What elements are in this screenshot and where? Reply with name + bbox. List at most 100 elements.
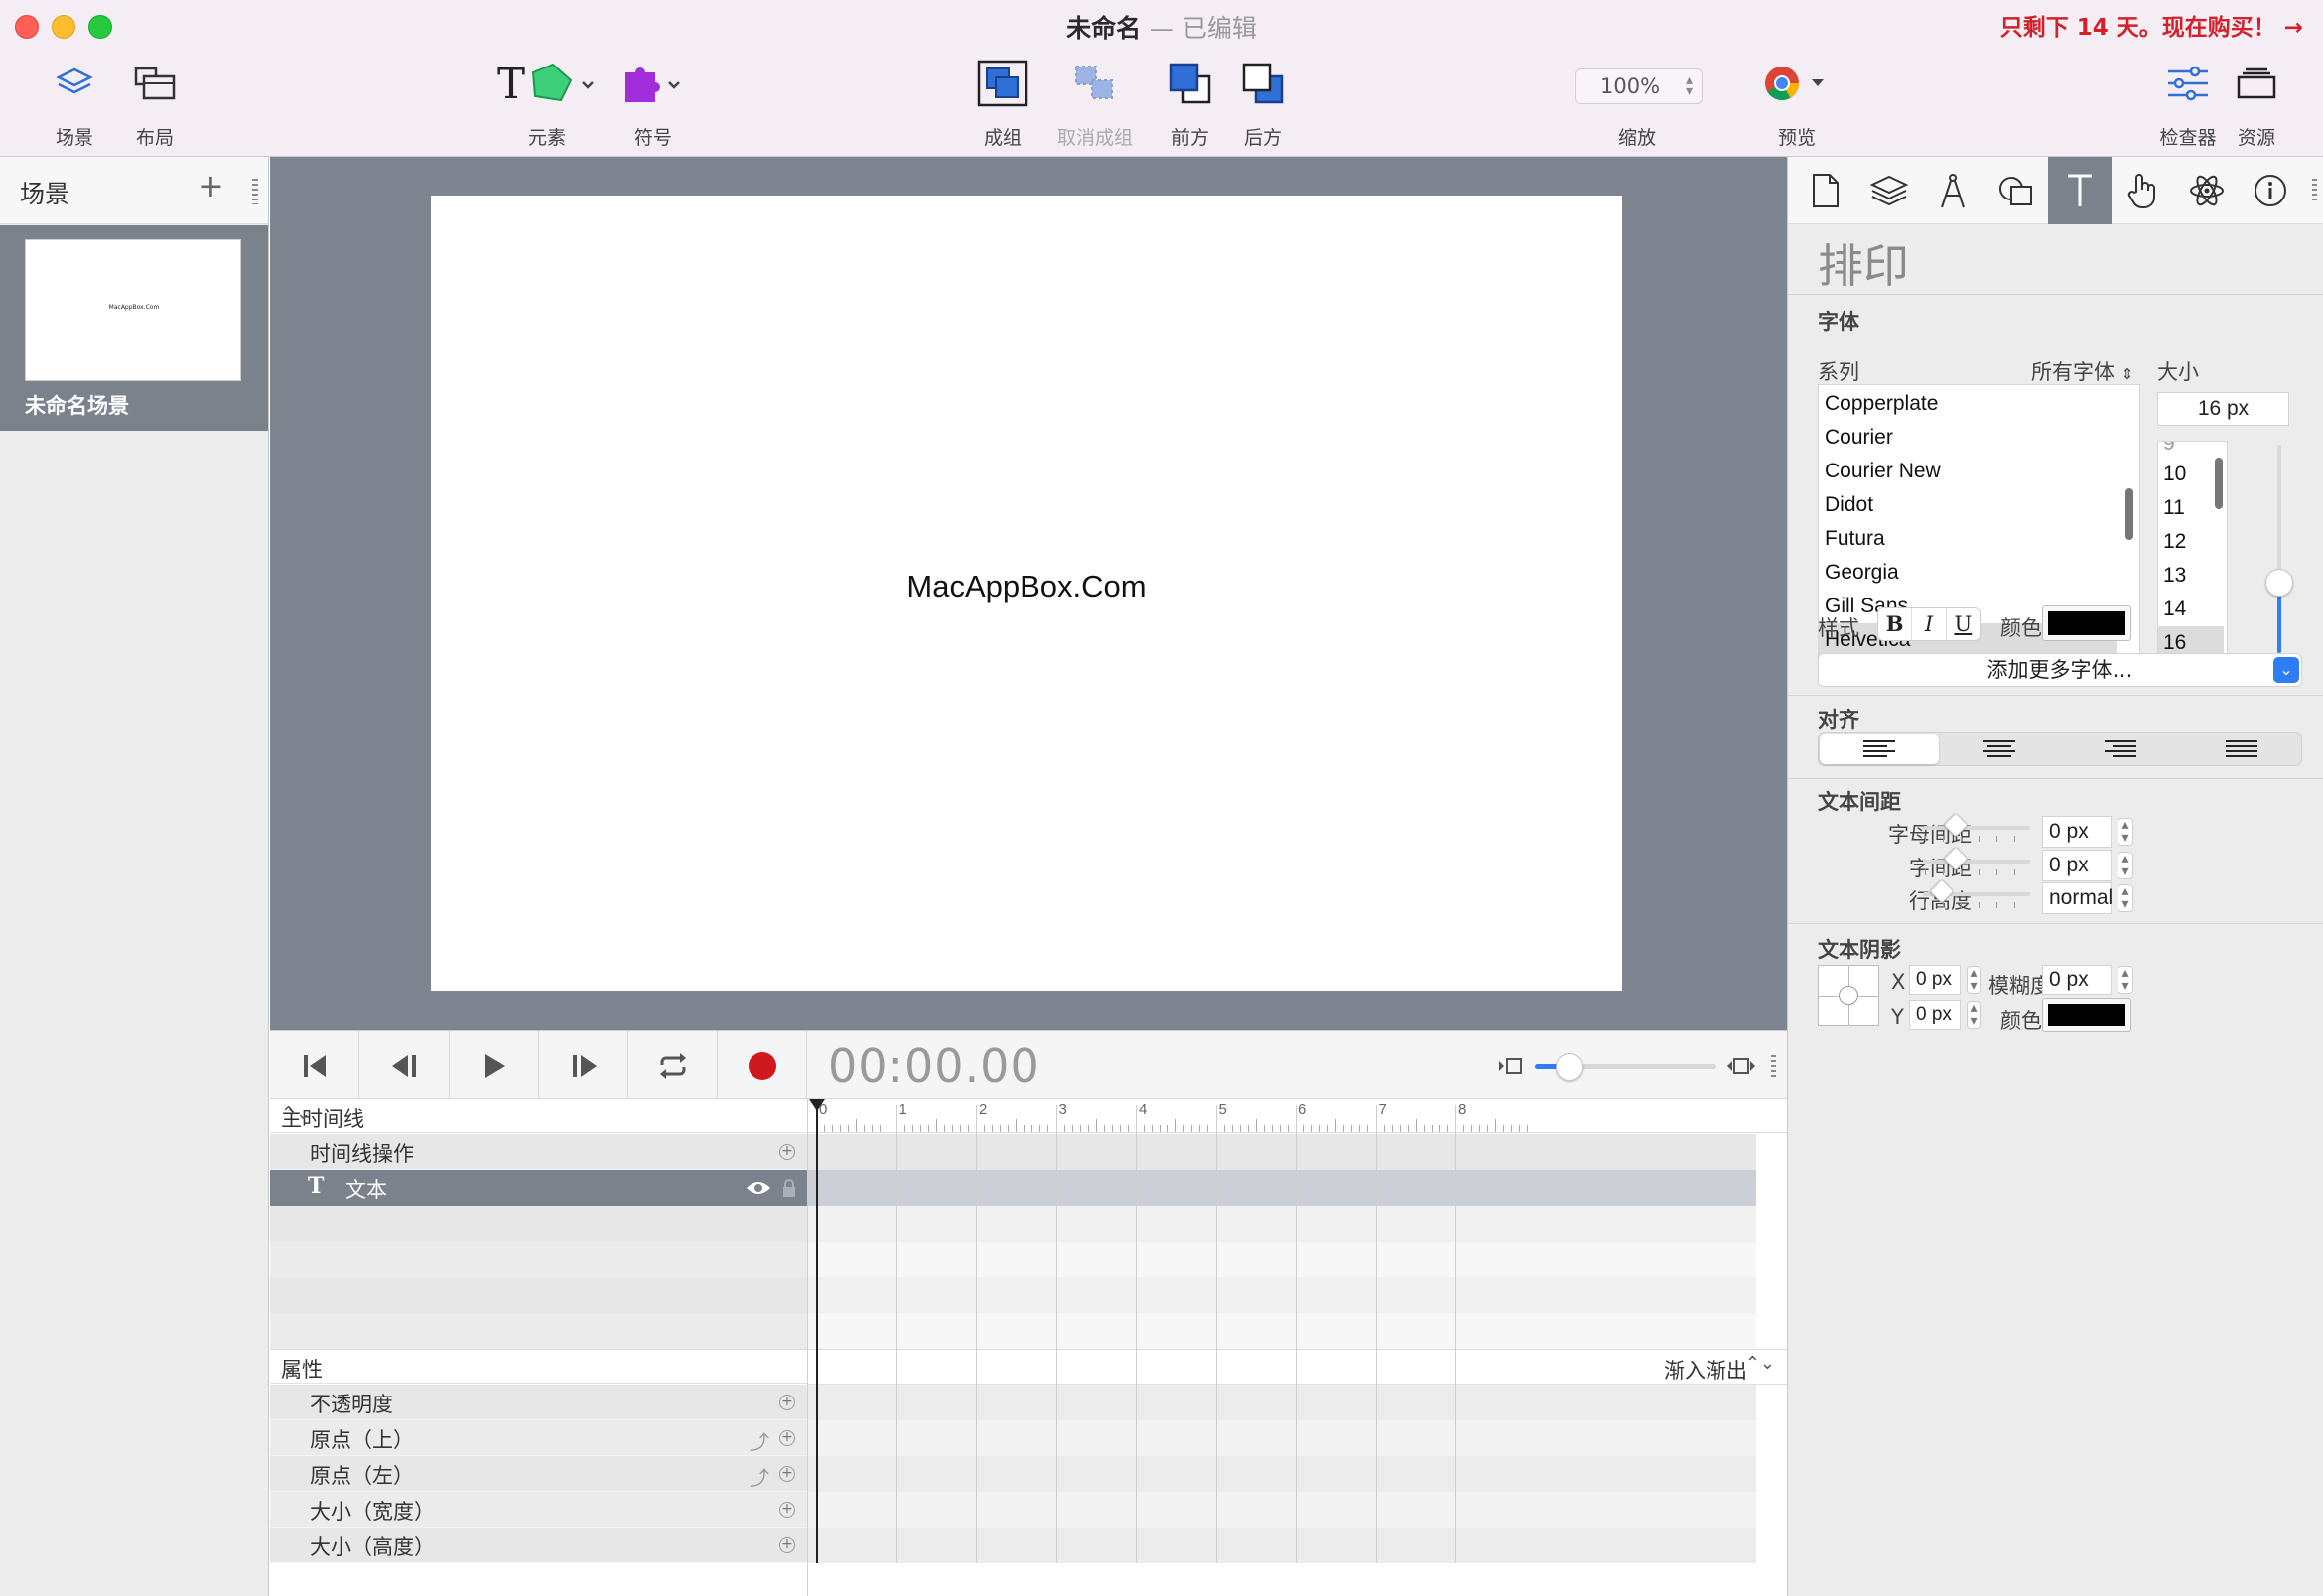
align-left-button[interactable] <box>1820 734 1939 764</box>
timeline-actions-row[interactable]: 时间线操作 + <box>270 1134 807 1170</box>
word-spacing-field[interactable]: 0 px <box>2042 850 2112 881</box>
tab-document[interactable] <box>1794 157 1857 224</box>
zoom-level-field[interactable]: 100% ▴ ▾ <box>1575 68 1703 104</box>
zoom-stepper-icon[interactable]: ▴ ▾ <box>1686 73 1693 98</box>
tab-physics[interactable] <box>2175 157 2239 224</box>
time-ruler[interactable] <box>808 1099 1787 1133</box>
align-right-button[interactable] <box>2061 734 2180 764</box>
record-button[interactable] <box>718 1031 807 1100</box>
layer-row-text[interactable]: T 文本 <box>270 1170 807 1206</box>
property-tracks[interactable] <box>808 1385 1756 1563</box>
step-forward-button[interactable] <box>539 1031 628 1100</box>
main-timeline-selector[interactable]: 主时间线 ⌃⌄ <box>270 1099 807 1133</box>
loop-button[interactable] <box>628 1031 718 1100</box>
font-list-item[interactable]: Futura <box>1819 522 2117 556</box>
shadow-x-field[interactable]: 0 px <box>1909 965 1961 995</box>
tab-metrics[interactable] <box>1921 157 1984 224</box>
italic-button[interactable]: I <box>1911 608 1947 640</box>
step-back-button[interactable] <box>360 1031 450 1100</box>
align-justify-button[interactable] <box>2182 734 2301 764</box>
text-color-well[interactable] <box>2042 605 2131 641</box>
font-list-item[interactable]: Didot <box>1819 488 2117 522</box>
font-list-item[interactable]: Courier <box>1819 421 2117 455</box>
easing-selector[interactable]: 渐入渐出 <box>1664 1355 1747 1385</box>
add-keyframe-icon[interactable]: + <box>779 1430 795 1446</box>
zoom-out-timeline-icon[interactable] <box>1495 1053 1527 1083</box>
property-row[interactable]: 原点（左） ⤴ + <box>270 1456 807 1492</box>
elements-toolbar-button[interactable]: T 元素 <box>492 58 602 150</box>
align-center-button[interactable] <box>1940 734 2059 764</box>
add-fonts-button[interactable]: 添加更多字体… ⌄ <box>1818 653 2302 687</box>
size-list-scrollbar[interactable] <box>2215 458 2223 509</box>
letter-spacing-field[interactable]: 0 px <box>2042 816 2112 848</box>
tab-typography[interactable] <box>2048 157 2112 224</box>
scene-list-item[interactable]: MacAppBox.Com 未命名场景 <box>0 225 268 431</box>
line-height-field[interactable]: normal <box>2042 882 2113 914</box>
letter-spacing-stepper-icon[interactable]: ▴ ▾ <box>2118 818 2133 846</box>
font-list-item[interactable]: Copperplate <box>1819 387 2117 421</box>
motion-path-icon[interactable]: ⤴ <box>750 1462 769 1491</box>
trial-purchase-link[interactable]: 只剩下 14 天。现在购买！ → <box>2000 8 2303 42</box>
tab-actions[interactable] <box>2112 157 2175 224</box>
font-size-field[interactable]: 16 px <box>2157 392 2289 426</box>
timeline-actions-track[interactable] <box>808 1134 1756 1170</box>
send-back-toolbar-button[interactable]: 后方 <box>1236 58 1290 150</box>
tab-identity[interactable] <box>2239 157 2302 224</box>
word-spacing-stepper-icon[interactable]: ▴ ▾ <box>2118 852 2133 879</box>
tab-element[interactable] <box>1984 157 2048 224</box>
font-list-scrollbar[interactable] <box>2125 488 2133 540</box>
shadow-y-stepper-icon[interactable]: ▴ ▾ <box>1967 1001 1981 1029</box>
shadow-blur-field[interactable]: 0 px <box>2042 965 2112 995</box>
shadow-blur-stepper-icon[interactable]: ▴ ▾ <box>2118 966 2133 994</box>
font-size-list[interactable]: 9 10 11 12 13 14 16 <box>2157 441 2228 658</box>
zoom-in-timeline-icon[interactable] <box>1724 1053 1756 1083</box>
timeline-zoom-knob[interactable] <box>1556 1053 1583 1081</box>
letter-spacing-slider[interactable] <box>1923 826 2030 830</box>
symbols-toolbar-button[interactable]: 符号 <box>617 58 689 150</box>
size-list-item[interactable]: 13 <box>2158 559 2224 593</box>
font-size-slider-knob[interactable] <box>2265 569 2293 597</box>
layout-toolbar-button[interactable]: 布局 <box>116 58 194 150</box>
word-spacing-slider[interactable] <box>1923 860 2030 864</box>
bring-front-toolbar-button[interactable]: 前方 <box>1163 58 1217 150</box>
add-keyframe-icon[interactable]: + <box>779 1537 795 1553</box>
add-keyframe-icon[interactable]: + <box>779 1466 795 1482</box>
bold-button[interactable]: B <box>1878 608 1911 640</box>
underline-button[interactable]: U <box>1947 608 1980 640</box>
eye-icon[interactable] <box>746 1180 771 1196</box>
shadow-x-stepper-icon[interactable]: ▴ ▾ <box>1967 966 1981 994</box>
tab-scene[interactable] <box>1857 157 1921 224</box>
preview-toolbar-button[interactable]: 预览 <box>1752 58 1842 150</box>
shadow-color-well[interactable] <box>2042 998 2131 1032</box>
property-row[interactable]: 不透明度 + <box>270 1385 807 1420</box>
lock-icon[interactable] <box>781 1178 797 1198</box>
play-button[interactable] <box>450 1031 539 1100</box>
inspector-grip-icon[interactable] <box>2312 179 2317 202</box>
motion-path-icon[interactable]: ⤴ <box>750 1426 769 1455</box>
add-keyframe-icon[interactable]: + <box>779 1502 795 1518</box>
line-height-stepper-icon[interactable]: ▴ ▾ <box>2118 884 2133 912</box>
group-toolbar-button[interactable]: 成组 <box>973 58 1032 150</box>
scene-name[interactable]: 未命名场景 <box>25 390 129 420</box>
font-list-item[interactable]: Georgia <box>1819 556 2117 590</box>
property-row[interactable]: 大小（高度） + <box>270 1528 807 1563</box>
add-scene-button[interactable]: + <box>198 169 224 202</box>
ungroup-toolbar-button[interactable]: 取消成组 <box>1051 58 1139 150</box>
panel-resize-grip-icon[interactable] <box>252 179 258 204</box>
size-list-item[interactable]: 12 <box>2158 525 2224 559</box>
font-collection-selector[interactable]: 所有字体 ⇕ <box>2031 356 2133 386</box>
playhead[interactable] <box>816 1105 818 1563</box>
inspector-toolbar-button[interactable]: 检查器 <box>2156 58 2220 150</box>
properties-header[interactable]: 属性 ⌄ <box>270 1349 807 1384</box>
shadow-offset-pad[interactable] <box>1818 965 1879 1026</box>
scenes-toolbar-button[interactable]: 场景 <box>37 58 112 150</box>
resources-toolbar-button[interactable]: 资源 <box>2228 58 2285 150</box>
size-list-item[interactable]: 14 <box>2158 593 2224 626</box>
property-row[interactable]: 原点（上） ⤴ + <box>270 1420 807 1456</box>
stage-text-element[interactable]: MacAppBox.Com <box>431 569 1622 604</box>
text-layer-track[interactable] <box>808 1170 1756 1206</box>
scene-stage[interactable]: MacAppBox.Com <box>431 196 1622 991</box>
timeline-grip-icon[interactable] <box>1771 1055 1776 1079</box>
add-keyframe-icon[interactable]: + <box>779 1395 795 1410</box>
property-row[interactable]: 大小（宽度） + <box>270 1492 807 1528</box>
